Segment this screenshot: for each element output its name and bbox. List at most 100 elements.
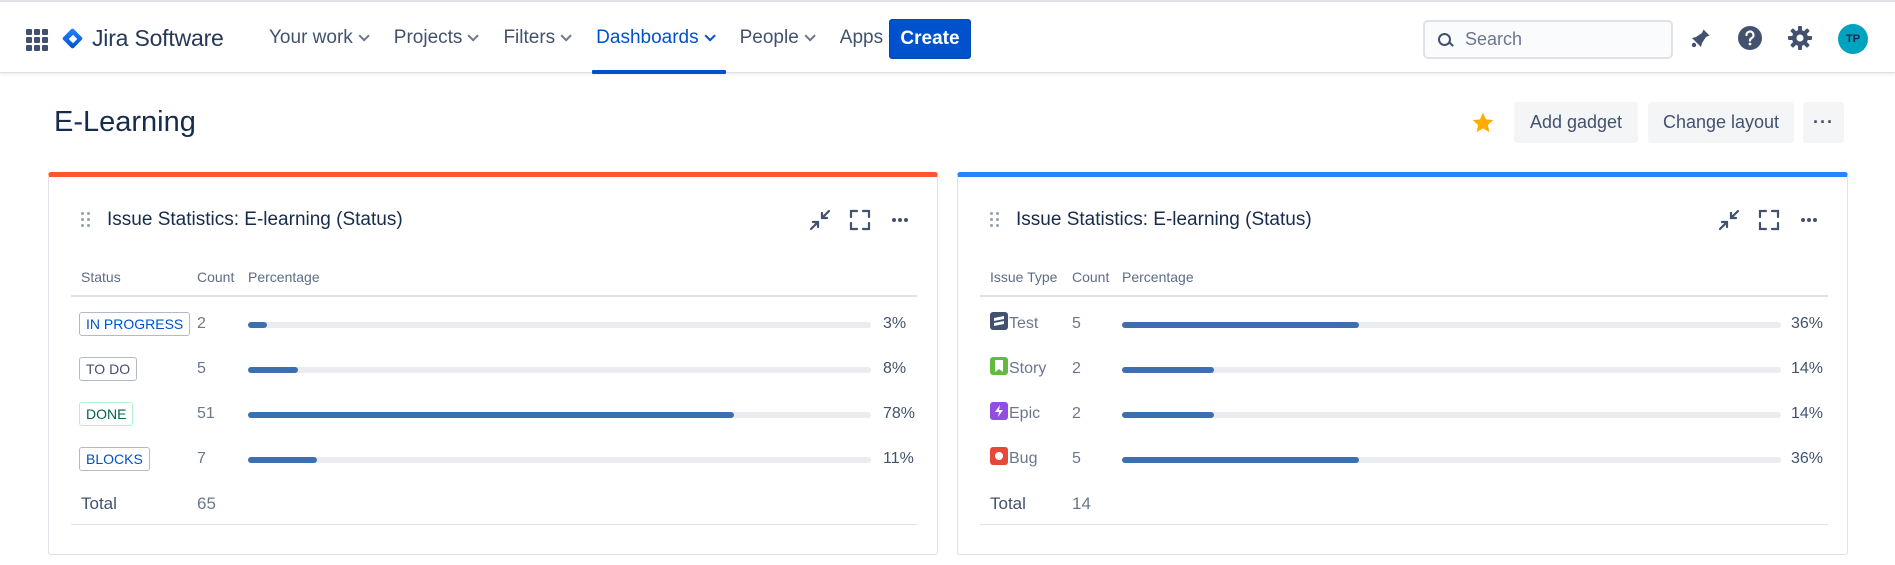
col-header-percentage: Percentage <box>1122 269 1194 285</box>
issue-type-label: Test <box>1009 315 1039 332</box>
table-row: DONE 51 78% <box>71 400 917 430</box>
issue-type-label: Bug <box>1009 450 1038 467</box>
percentage-bar <box>248 367 871 373</box>
jira-logo[interactable]: Jira Software <box>62 25 224 52</box>
change-layout-button[interactable]: Change layout <box>1648 102 1794 143</box>
more-icon: ··· <box>1813 112 1834 132</box>
issue-type-cell[interactable]: Test <box>990 312 1039 333</box>
notifications-icon[interactable] <box>1687 24 1715 52</box>
percentage-bar <box>248 412 871 418</box>
total-label: Total <box>990 494 1026 513</box>
percentage-bar-fill <box>248 412 734 418</box>
header-divider <box>980 295 1828 297</box>
percentage-bar-fill <box>248 367 298 373</box>
count-value[interactable]: 5 <box>1072 315 1081 333</box>
issue-type-cell[interactable]: Epic <box>990 402 1041 423</box>
search-input[interactable]: Search <box>1423 20 1673 59</box>
nav-item-label: Dashboards <box>596 27 699 48</box>
count-value[interactable]: 2 <box>1072 405 1081 423</box>
nav-item-label: People <box>739 27 799 48</box>
header-divider <box>71 295 917 297</box>
nav-item-dashboards[interactable]: Dashboards <box>582 2 727 74</box>
product-name: Jira Software <box>92 25 224 51</box>
count-value[interactable]: 2 <box>197 315 206 333</box>
count-value[interactable]: 7 <box>197 450 206 468</box>
total-label: Total <box>81 494 117 513</box>
create-button[interactable]: Create <box>889 19 971 59</box>
minimize-icon[interactable] <box>807 207 833 233</box>
percentage-value: 8% <box>883 360 907 377</box>
percentage-bar-fill <box>248 457 317 463</box>
table-row: TO DO 5 8% <box>71 355 917 385</box>
percentage-bar <box>1122 412 1781 418</box>
test-icon <box>990 312 1009 330</box>
issue-type-label: Story <box>1009 360 1047 377</box>
percentage-value: 78% <box>883 405 916 422</box>
count-value[interactable]: 5 <box>197 360 206 378</box>
gadget-issue-statistics-status: Issue Statistics: E-learning (Status) St… <box>48 172 938 555</box>
chevron-down-icon <box>467 30 480 42</box>
nav-item-people[interactable]: People <box>726 2 826 74</box>
more-actions-button[interactable]: ··· <box>1803 102 1844 143</box>
percentage-bar <box>248 322 871 328</box>
avatar[interactable]: TP <box>1838 24 1868 54</box>
percentage-bar-fill <box>1122 457 1360 463</box>
issue-type-cell[interactable]: Story <box>990 357 1047 378</box>
count-value[interactable]: 5 <box>1072 450 1081 468</box>
status-lozenge[interactable]: TO DO <box>79 357 138 381</box>
bug-icon <box>990 447 1009 465</box>
status-label: IN PROGRESS <box>86 316 184 332</box>
table-row: Epic 2 14% <box>980 400 1828 430</box>
drag-handle-icon[interactable] <box>990 212 1000 228</box>
app-switcher-icon[interactable] <box>26 29 48 51</box>
help-icon[interactable] <box>1736 24 1764 52</box>
gadget-title: Issue Statistics: E-learning (Status) <box>1016 209 1312 230</box>
percentage-bar <box>1122 322 1781 328</box>
percentage-bar-fill <box>1122 412 1215 418</box>
total-value: 65 <box>197 494 216 513</box>
table-row: Test 5 36% <box>980 310 1828 340</box>
search-icon <box>1437 32 1453 48</box>
status-label: TO DO <box>86 361 131 377</box>
count-value[interactable]: 51 <box>197 405 215 423</box>
nav-item-your-work[interactable]: Your work <box>255 2 380 74</box>
fullscreen-icon[interactable] <box>1756 207 1782 233</box>
top-navigation: Jira Software Your work Projects Filters… <box>0 0 1895 74</box>
table-row: Bug 5 36% <box>980 445 1828 475</box>
percentage-bar-fill <box>1122 367 1215 373</box>
gadget-title: Issue Statistics: E-learning (Status) <box>107 209 403 230</box>
col-header-percentage: Percentage <box>248 269 320 285</box>
gadget-more-icon[interactable] <box>1796 207 1822 233</box>
status-lozenge[interactable]: DONE <box>79 402 134 426</box>
star-icon[interactable] <box>1470 110 1496 141</box>
fullscreen-icon[interactable] <box>847 207 873 233</box>
nav-menu: Your work Projects Filters Dashboards Pe… <box>255 2 910 74</box>
nav-item-label: Projects <box>393 27 463 48</box>
total-value: 14 <box>1072 494 1091 513</box>
nav-item-label: Your work <box>269 27 353 48</box>
chevron-down-icon <box>704 30 716 42</box>
nav-item-filters[interactable]: Filters <box>489 2 582 74</box>
percentage-bar <box>248 457 871 463</box>
col-header-count: Count <box>1072 269 1110 285</box>
percentage-value: 11% <box>883 450 914 467</box>
col-header-issue-type: Issue Type <box>990 269 1058 285</box>
minimize-icon[interactable] <box>1716 207 1742 233</box>
settings-icon[interactable] <box>1786 24 1814 52</box>
count-value[interactable]: 2 <box>1072 360 1081 378</box>
page-title: E-Learning <box>54 106 196 138</box>
chevron-down-icon <box>358 30 370 42</box>
nav-item-label: Filters <box>503 27 556 48</box>
add-gadget-button[interactable]: Add gadget <box>1514 102 1638 143</box>
status-lozenge[interactable]: IN PROGRESS <box>79 312 191 336</box>
gadget-more-icon[interactable] <box>887 207 913 233</box>
issue-type-label: Epic <box>1009 405 1041 422</box>
percentage-bar-fill <box>1122 322 1360 328</box>
nav-item-projects[interactable]: Projects <box>380 2 490 74</box>
issue-type-cell[interactable]: Bug <box>990 447 1038 468</box>
percentage-value: 36% <box>1791 450 1824 467</box>
status-lozenge[interactable]: BLOCKS <box>79 447 150 471</box>
drag-handle-icon[interactable] <box>81 212 91 228</box>
gadget-issue-statistics-type: Issue Statistics: E-learning (Status) Is… <box>957 172 1848 555</box>
epic-icon <box>990 402 1009 420</box>
